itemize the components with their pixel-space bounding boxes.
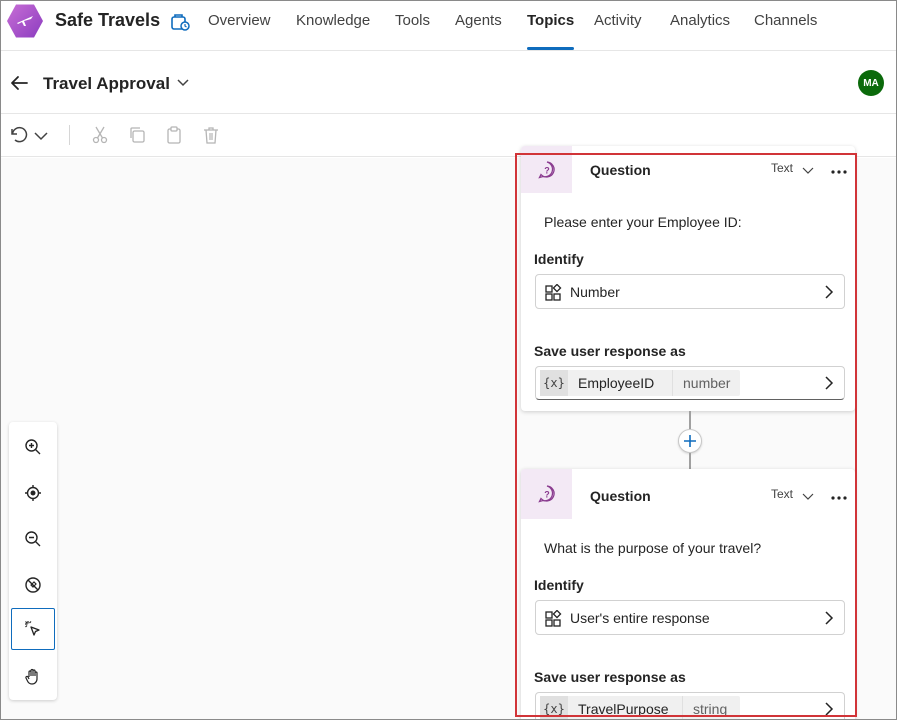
save-variable-field[interactable]: {x} TravelPurpose string: [535, 692, 845, 719]
connector-line: [689, 453, 691, 469]
recenter-icon[interactable]: [11, 472, 55, 514]
identify-label: Identify: [534, 577, 584, 593]
variable-name: TravelPurpose: [578, 701, 669, 717]
top-nav-bar: Safe Travels Overview Knowledge Tools Ag…: [1, 1, 896, 51]
add-node-plus-icon[interactable]: [678, 429, 702, 453]
question-icon: ?: [521, 469, 572, 519]
connector-line: [689, 411, 691, 429]
topic-title[interactable]: Travel Approval: [43, 74, 170, 94]
response-format-dropdown[interactable]: Text: [771, 161, 793, 175]
copy-icon[interactable]: [127, 125, 147, 145]
question-prompt-text[interactable]: What is the purpose of your travel?: [544, 540, 761, 556]
question-icon: ?: [521, 146, 572, 193]
tab-activity[interactable]: Activity: [594, 12, 642, 50]
select-pointer-icon[interactable]: [11, 608, 55, 650]
variable-icon: {x}: [540, 696, 568, 719]
variable-pill: {x} EmployeeID number: [540, 370, 740, 396]
svg-text:?: ?: [544, 165, 550, 175]
cut-icon[interactable]: [90, 125, 110, 145]
variable-type-tag: number: [672, 370, 730, 396]
chevron-down-icon[interactable]: [802, 163, 814, 175]
save-response-label: Save user response as: [534, 343, 686, 359]
question-node[interactable]: ? Question Text Please enter your Employ…: [521, 146, 855, 411]
identify-entity-select[interactable]: User's entire response: [535, 600, 845, 635]
tab-overview[interactable]: Overview: [208, 12, 271, 50]
identify-entity-select[interactable]: Number: [535, 274, 845, 309]
agent-settings-icon[interactable]: [169, 11, 191, 33]
app-logo-icon: [7, 4, 43, 38]
undo-dropdown-chevron-icon[interactable]: [33, 125, 53, 145]
variable-type-tag: string: [682, 696, 727, 719]
identify-label: Identify: [534, 251, 584, 267]
tab-analytics[interactable]: Analytics: [670, 12, 730, 50]
tab-agents[interactable]: Agents: [455, 12, 502, 50]
tab-knowledge[interactable]: Knowledge: [296, 12, 370, 50]
question-node-header: ? Question Text: [521, 146, 855, 196]
response-format-dropdown[interactable]: Text: [771, 487, 793, 501]
question-node-header: ? Question Text: [521, 469, 855, 519]
avatar[interactable]: MA: [858, 70, 884, 96]
identify-value: Number: [570, 284, 620, 300]
svg-text:?: ?: [544, 490, 550, 500]
save-variable-field[interactable]: {x} EmployeeID number: [535, 366, 845, 400]
node-type-label: Question: [590, 488, 651, 504]
back-arrow-icon[interactable]: [8, 72, 30, 94]
toolbar-divider: [69, 125, 70, 145]
chevron-right-icon: [822, 375, 836, 391]
app-window: Safe Travels Overview Knowledge Tools Ag…: [0, 0, 897, 720]
chevron-down-icon[interactable]: [175, 74, 191, 90]
chevron-right-icon: [822, 610, 836, 626]
tab-tools[interactable]: Tools: [395, 12, 430, 50]
more-options-icon[interactable]: [830, 164, 848, 174]
canvas-controls: [9, 422, 57, 700]
save-response-label: Save user response as: [534, 669, 686, 685]
tab-channels[interactable]: Channels: [754, 12, 817, 50]
question-prompt-text[interactable]: Please enter your Employee ID:: [544, 214, 742, 230]
identify-value: User's entire response: [570, 610, 710, 626]
chevron-right-icon: [822, 701, 836, 717]
variable-icon: {x}: [540, 370, 568, 396]
entity-icon: [544, 609, 562, 628]
pan-hand-icon[interactable]: [11, 656, 55, 698]
node-type-label: Question: [590, 162, 651, 178]
topic-header: Travel Approval MA: [1, 52, 896, 114]
undo-icon[interactable]: [9, 125, 29, 145]
more-options-icon[interactable]: [830, 490, 848, 500]
delete-icon[interactable]: [201, 125, 221, 145]
minimap-off-icon[interactable]: [11, 564, 55, 606]
variable-pill: {x} TravelPurpose string: [540, 696, 740, 719]
chevron-down-icon[interactable]: [802, 489, 814, 501]
zoom-out-icon[interactable]: [11, 518, 55, 560]
tab-topics[interactable]: Topics: [527, 12, 575, 50]
entity-icon: [544, 283, 562, 302]
question-node[interactable]: ? Question Text What is the purpose of y…: [521, 469, 855, 719]
app-title: Safe Travels: [55, 10, 161, 30]
variable-type: number: [683, 375, 731, 391]
variable-name: EmployeeID: [578, 375, 655, 391]
variable-type: string: [693, 701, 728, 717]
chevron-right-icon: [822, 284, 836, 300]
zoom-in-icon[interactable]: [11, 426, 55, 468]
paste-icon[interactable]: [164, 125, 184, 145]
